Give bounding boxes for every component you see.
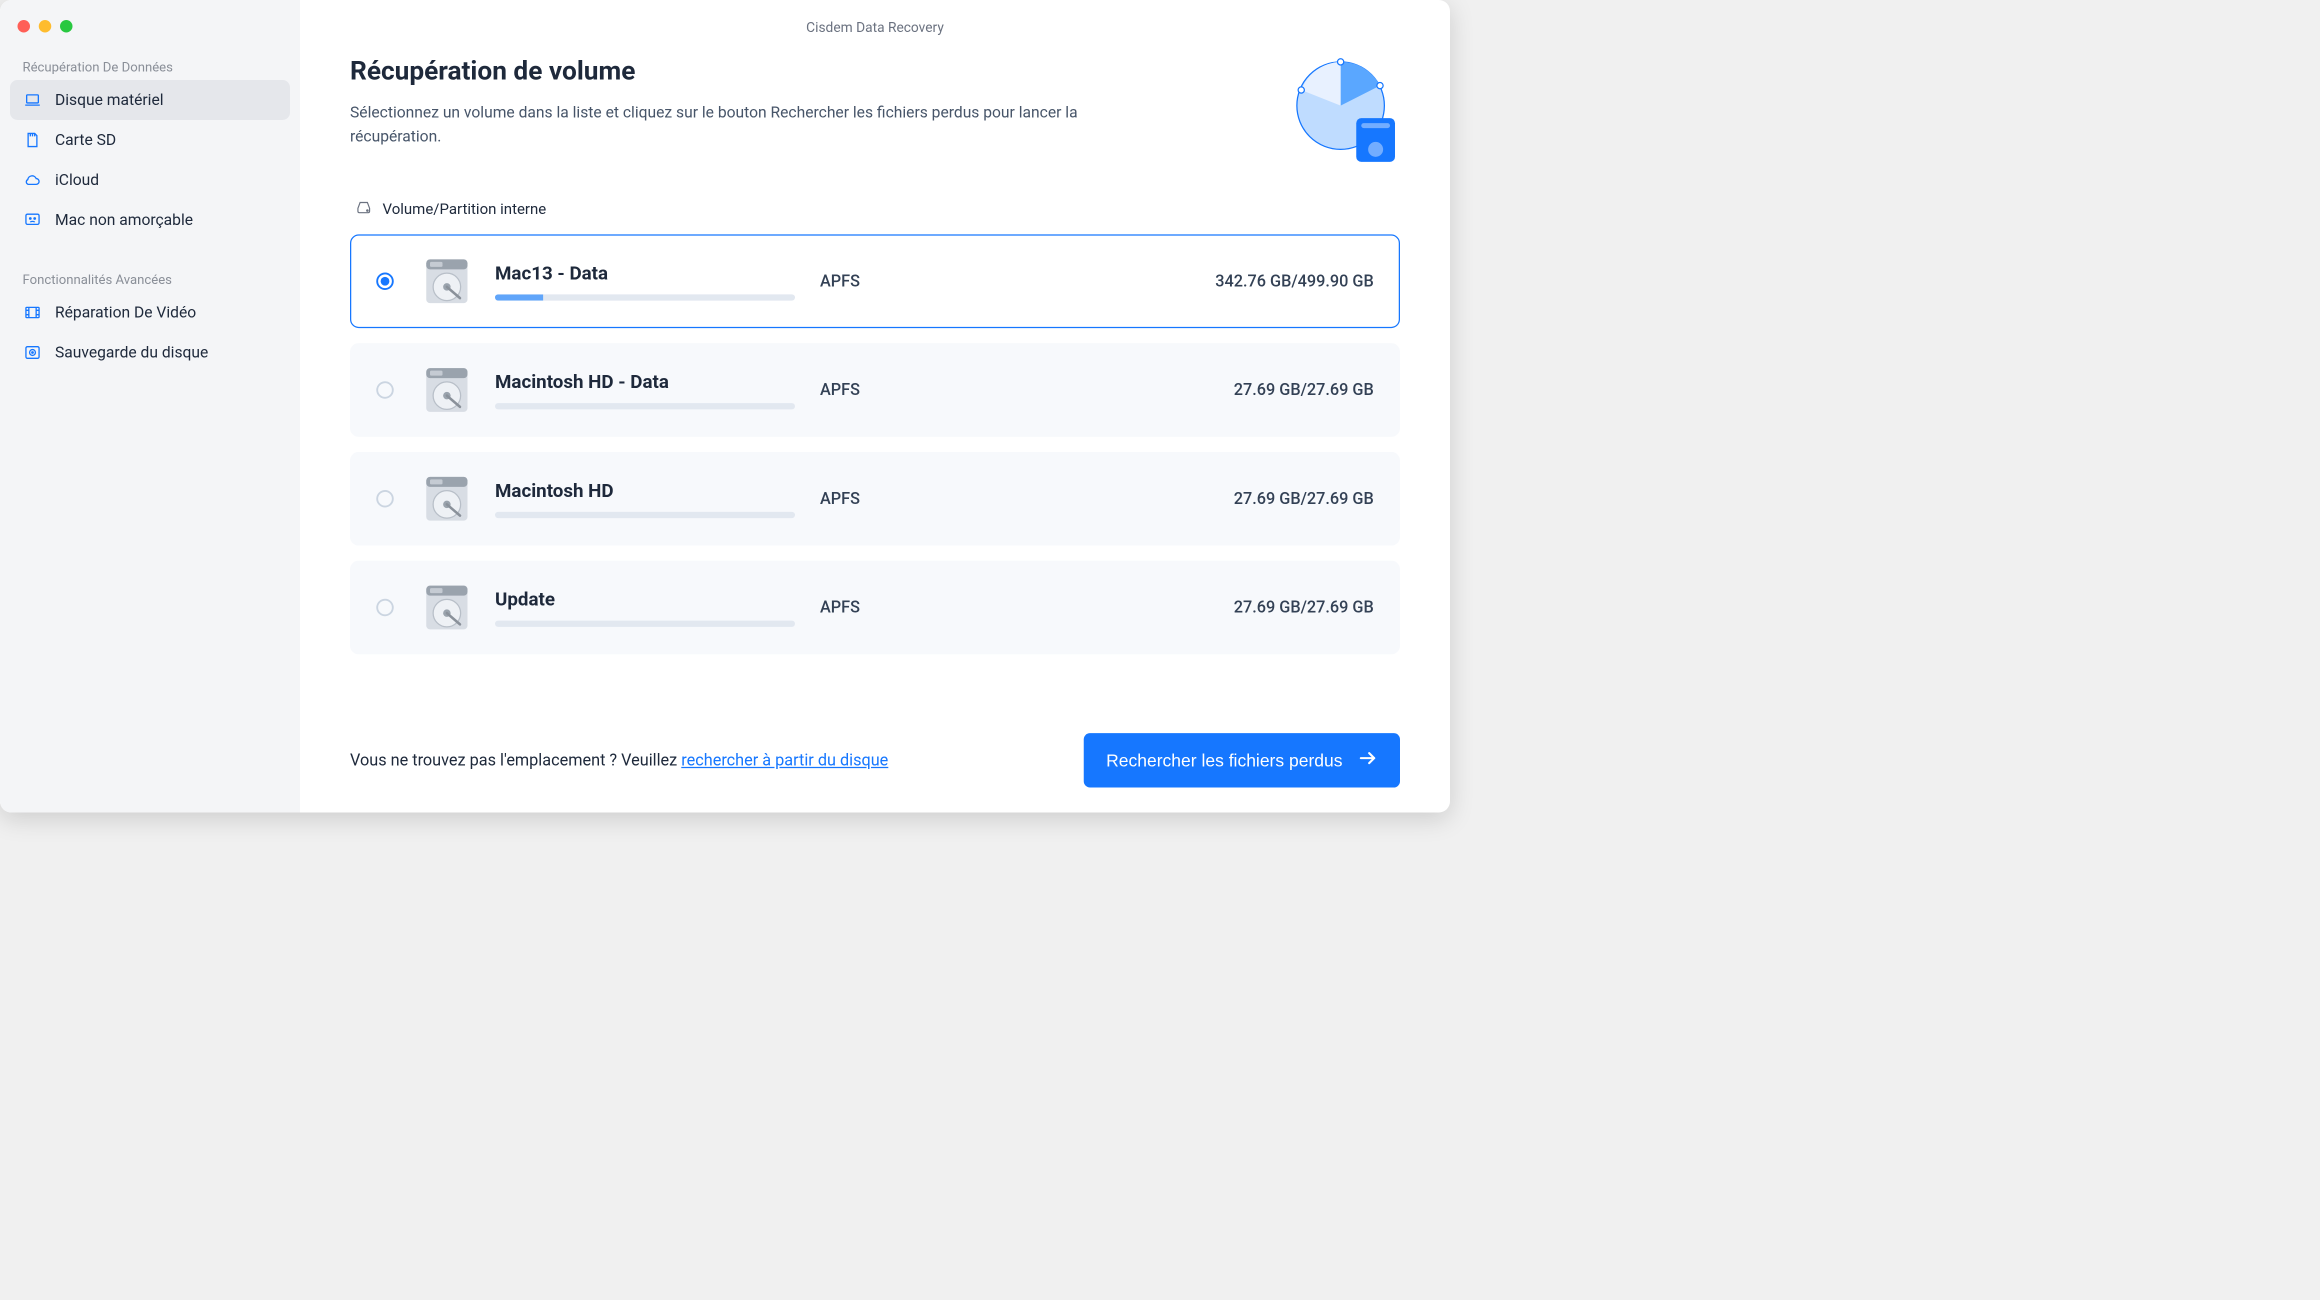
sidebar: Récupération De Données Disque matériel C… xyxy=(0,0,300,813)
sidebar-item-cloud[interactable]: iCloud xyxy=(10,160,290,200)
maximize-icon[interactable] xyxy=(60,20,73,33)
hard-drive-icon xyxy=(419,362,475,418)
video-icon xyxy=(23,303,43,323)
sd-icon xyxy=(23,130,43,150)
arrow-right-icon xyxy=(1358,748,1378,772)
volume-section-label: Volume/Partition interne xyxy=(383,200,547,218)
laptop-icon xyxy=(23,90,43,110)
sidebar-item-sd[interactable]: Carte SD xyxy=(10,120,290,160)
sidebar-item-sad[interactable]: Mac non amorçable xyxy=(10,200,290,240)
hard-drive-icon xyxy=(419,253,475,309)
sidebar-item-video[interactable]: Réparation De Vidéo xyxy=(10,293,290,333)
sidebar-section-advanced: Fonctionnalités Avancées xyxy=(10,265,290,293)
app-window: Récupération De Données Disque matériel C… xyxy=(0,0,1450,813)
sidebar-item-label: Sauvegarde du disque xyxy=(55,343,208,361)
sidebar-item-label: Réparation De Vidéo xyxy=(55,303,196,321)
sidebar-item-label: Carte SD xyxy=(55,131,116,149)
hard-drive-icon xyxy=(419,579,475,635)
volume-filesystem: APFS xyxy=(820,272,945,291)
volume-filesystem: APFS xyxy=(820,598,945,617)
volume-name: Macintosh HD xyxy=(495,480,820,502)
page-title: Récupération de volume xyxy=(350,56,1100,87)
sad-icon xyxy=(23,210,43,230)
volume-row[interactable]: UpdateAPFS27.69 GB/27.69 GB xyxy=(350,561,1400,655)
usage-bar xyxy=(495,512,795,518)
radio-button[interactable] xyxy=(376,381,394,399)
minimize-icon[interactable] xyxy=(39,20,52,33)
volume-size: 342.76 GB/499.90 GB xyxy=(945,272,1374,291)
volume-filesystem: APFS xyxy=(820,489,945,508)
sidebar-item-backup[interactable]: Sauvegarde du disque xyxy=(10,333,290,373)
sidebar-item-laptop[interactable]: Disque matériel xyxy=(10,80,290,120)
radio-button[interactable] xyxy=(376,490,394,508)
page-subtitle: Sélectionnez un volume dans la liste et … xyxy=(350,101,1100,148)
volume-size: 27.69 GB/27.69 GB xyxy=(945,381,1374,400)
drive-icon xyxy=(355,198,373,219)
volume-name: Macintosh HD - Data xyxy=(495,371,820,393)
search-from-disk-link[interactable]: rechercher à partir du disque xyxy=(681,751,888,770)
backup-icon xyxy=(23,343,43,363)
sidebar-section-recovery: Récupération De Données xyxy=(10,53,290,81)
volume-name: Update xyxy=(495,588,820,610)
usage-bar xyxy=(495,620,795,626)
main-content: Cisdem Data Recovery Récupération de vol… xyxy=(300,0,1450,813)
search-lost-files-button[interactable]: Rechercher les fichiers perdus xyxy=(1084,733,1400,787)
traffic-lights xyxy=(10,15,290,53)
volume-section-header: Volume/Partition interne xyxy=(355,198,1400,219)
usage-bar xyxy=(495,294,795,300)
footer-help-text: Vous ne trouvez pas l'emplacement ? Veui… xyxy=(350,751,888,770)
volume-row[interactable]: Mac13 - DataAPFS342.76 GB/499.90 GB xyxy=(350,234,1400,328)
sidebar-item-label: Mac non amorçable xyxy=(55,211,193,229)
radio-button[interactable] xyxy=(376,599,394,617)
volume-name: Mac13 - Data xyxy=(495,262,820,284)
pie-chart-drive-icon xyxy=(1288,56,1401,169)
sidebar-item-label: iCloud xyxy=(55,171,99,189)
volume-size: 27.69 GB/27.69 GB xyxy=(945,489,1374,508)
sidebar-item-label: Disque matériel xyxy=(55,91,164,109)
volume-filesystem: APFS xyxy=(820,381,945,400)
app-title: Cisdem Data Recovery xyxy=(300,20,1450,56)
cloud-icon xyxy=(23,170,43,190)
volume-size: 27.69 GB/27.69 GB xyxy=(945,598,1374,617)
volume-list: Mac13 - DataAPFS342.76 GB/499.90 GB Maci… xyxy=(350,234,1400,654)
volume-row[interactable]: Macintosh HDAPFS27.69 GB/27.69 GB xyxy=(350,452,1400,546)
close-icon[interactable] xyxy=(18,20,31,33)
usage-bar xyxy=(495,403,795,409)
hard-drive-icon xyxy=(419,471,475,527)
radio-button[interactable] xyxy=(376,273,394,291)
volume-row[interactable]: Macintosh HD - DataAPFS27.69 GB/27.69 GB xyxy=(350,343,1400,437)
